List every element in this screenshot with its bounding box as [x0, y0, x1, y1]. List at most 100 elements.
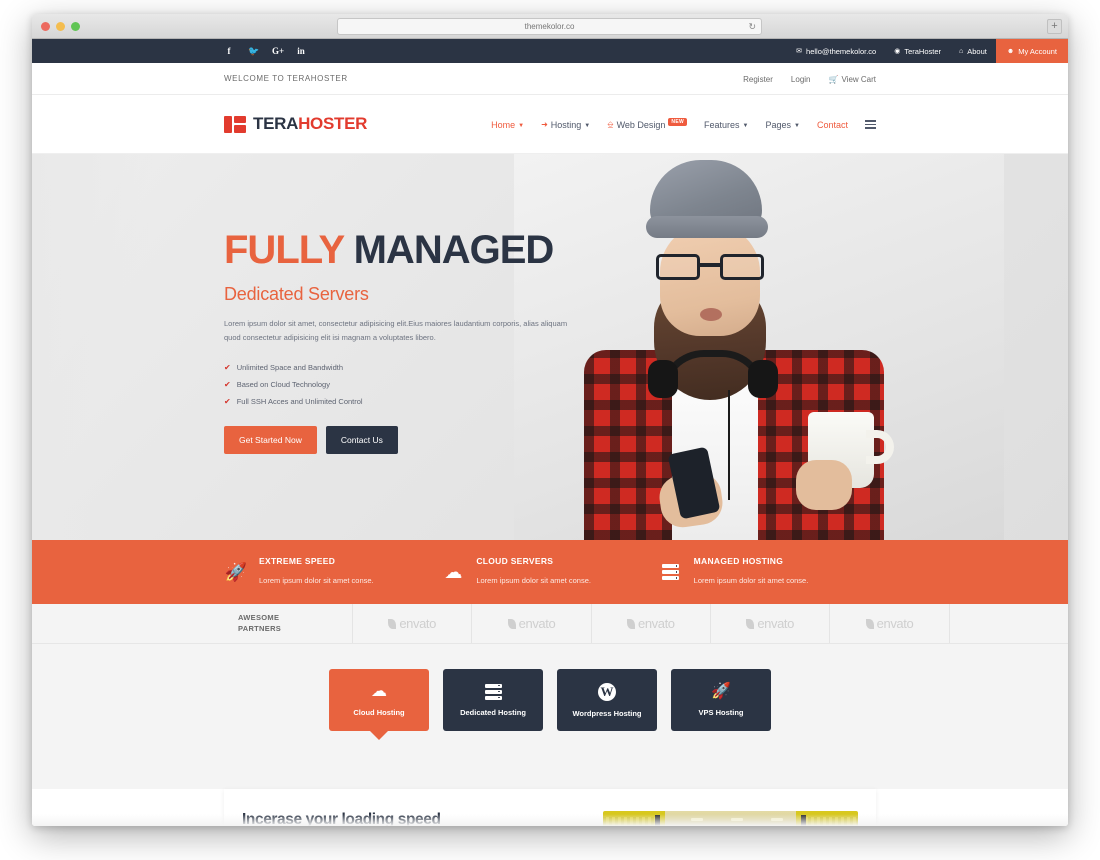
about-link[interactable]: ⌂ About — [950, 39, 996, 63]
partners-label: AWESOME PARTNERS — [238, 613, 281, 633]
tab-vps-hosting-label: VPS Hosting — [698, 707, 744, 717]
welcome-text: WELCOME TO TERAHOSTER — [224, 74, 348, 83]
nav-item-home-label: Home — [491, 119, 516, 130]
cart-icon: 🛒 — [828, 74, 839, 84]
linkedin-icon[interactable]: in — [296, 46, 306, 56]
partner-logo-cell[interactable]: envato — [829, 604, 948, 643]
tab-wordpress-hosting[interactable]: W Wordpress Hosting — [557, 669, 657, 731]
partner-logo-cell[interactable]: envato — [709, 604, 829, 643]
hosting-tabs-section: ☁ Cloud Hosting Dedicated Hosting W Word… — [32, 644, 1068, 789]
logo-mark-icon — [224, 115, 246, 133]
partner-logo-cell[interactable]: envato — [590, 604, 710, 643]
main-navigation-bar: TERAHOSTER Home ▼ ➜ Hosting ▼ ⎒ Web Desi… — [32, 95, 1068, 154]
partners-label-line-2: PARTNERS — [238, 623, 282, 633]
hero-bullet-1: Unlimited Space and Bandwidth — [236, 362, 344, 372]
partner-logo-cell[interactable]: envato — [471, 604, 590, 643]
tab-cloud-hosting[interactable]: ☁ Cloud Hosting — [329, 669, 429, 731]
chevron-down-icon: ▼ — [518, 122, 525, 129]
envelope-icon: ✉ — [796, 48, 803, 55]
hero-bullet-3: Full SSH Acces and Unlimited Control — [236, 396, 363, 406]
partner-logo-label: envato — [757, 616, 794, 631]
minimize-window-button[interactable] — [56, 22, 65, 31]
about-link-label: About — [967, 46, 987, 56]
my-account-button[interactable]: ☻ My Account — [995, 39, 1068, 63]
nav-item-hosting[interactable]: ➜ Hosting ▼ — [541, 120, 590, 130]
site-logo[interactable]: TERAHOSTER — [224, 114, 367, 134]
tab-cloud-hosting-label: Cloud Hosting — [353, 707, 405, 717]
login-link[interactable]: Login — [791, 75, 811, 84]
email-link[interactable]: ✉ hello@themekolor.co — [787, 39, 885, 63]
partners-label-cell: AWESOME PARTNERS — [224, 604, 352, 643]
brand-link[interactable]: ◉ TeraHoster — [885, 39, 950, 63]
rocket-icon: 🚀 — [224, 561, 248, 582]
logo-text-primary: TERA — [253, 114, 299, 133]
traffic-light-buttons[interactable] — [41, 22, 80, 31]
tab-vps-hosting[interactable]: 🚀 VPS Hosting — [671, 669, 771, 731]
get-started-button[interactable]: Get Started Now — [224, 425, 317, 454]
topbar-links: ✉ hello@themekolor.co ◉ TeraHoster ⌂ Abo… — [787, 39, 1068, 63]
envato-logo-icon: envato — [746, 616, 794, 631]
envato-logo-icon: envato — [507, 616, 556, 631]
facebook-icon[interactable]: f — [224, 46, 234, 56]
hero-section: FULLY MANAGED Dedicated Servers Lorem ip… — [32, 154, 1068, 540]
hero-subtitle: Dedicated Servers — [224, 284, 369, 304]
server-icon — [484, 683, 502, 700]
brand-link-label: TeraHoster — [904, 46, 941, 56]
server-icon — [659, 564, 683, 580]
list-item: ✔ Unlimited Space and Bandwidth — [224, 363, 604, 372]
utility-topbar: f 🐦 G+ in ✉ hello@themekolor.co ◉ TeraHo… — [32, 39, 1068, 63]
feature-desc: Lorem ipsum dolor sit amet conse. — [693, 576, 809, 585]
hero-description: Lorem ipsum dolor sit amet, consectetur … — [224, 319, 568, 342]
nav-item-pages[interactable]: Pages ▼ — [765, 120, 799, 130]
twitter-icon[interactable]: 🐦 — [248, 46, 259, 56]
feature-title: CLOUD SERVERS — [476, 556, 554, 566]
browser-window: themekolor.co ↻ + f 🐦 G+ in ✉ hello@them… — [32, 14, 1068, 826]
nav-item-home[interactable]: Home ▼ — [491, 120, 524, 130]
partner-empty-cell — [948, 604, 1068, 643]
address-bar[interactable]: themekolor.co ↻ — [337, 18, 762, 35]
nav-item-web-design[interactable]: ⎒ Web Design NEW — [607, 117, 687, 130]
feature-desc: Lorem ipsum dolor sit amet conse. — [476, 576, 591, 585]
feature-title: MANAGED HOSTING — [693, 556, 784, 566]
rocket-icon: ➜ — [541, 120, 548, 129]
hamburger-menu-icon[interactable] — [865, 120, 876, 129]
my-account-label: My Account — [1018, 46, 1057, 56]
contact-us-button[interactable]: Contact Us — [325, 425, 398, 454]
chevron-down-icon: ▼ — [794, 122, 800, 129]
hero-buttons: Get Started Now Contact Us — [224, 425, 604, 454]
maximize-window-button[interactable] — [71, 22, 80, 31]
features-strip: 🚀 EXTREME SPEED Lorem ipsum dolor sit am… — [32, 540, 1068, 604]
tab-wordpress-hosting-label: Wordpress Hosting — [572, 708, 642, 718]
chevron-down-icon: ▼ — [584, 122, 591, 129]
list-item: ✔ Based on Cloud Technology — [224, 380, 604, 389]
envato-logo-icon: envato — [627, 616, 675, 631]
reload-icon[interactable]: ↻ — [748, 22, 756, 31]
webpage-content: f 🐦 G+ in ✉ hello@themekolor.co ◉ TeraHo… — [32, 39, 1068, 826]
logo-text: TERAHOSTER — [253, 114, 367, 134]
nav-item-pages-label: Pages — [765, 119, 792, 130]
nav-item-features[interactable]: Features ▼ — [704, 120, 748, 130]
feature-title: EXTREME SPEED — [259, 556, 336, 566]
check-icon: ✔ — [224, 379, 231, 389]
close-window-button[interactable] — [41, 22, 50, 31]
check-icon: ✔ — [224, 362, 231, 372]
tab-dedicated-hosting-label: Dedicated Hosting — [460, 707, 526, 717]
welcome-bar: WELCOME TO TERAHOSTER Register Login 🛒 V… — [32, 63, 1068, 95]
nav-item-contact[interactable]: Contact — [817, 120, 848, 130]
rocket-icon: 🚀 — [711, 682, 731, 700]
css3-icon: ⎒ — [607, 119, 614, 129]
google-plus-icon[interactable]: G+ — [272, 46, 284, 56]
partner-logo-label: envato — [638, 616, 675, 631]
new-tab-button[interactable]: + — [1047, 19, 1062, 34]
register-link[interactable]: Register — [743, 75, 773, 84]
new-badge: NEW — [668, 117, 687, 126]
partner-logo-cell[interactable]: envato — [352, 604, 471, 643]
list-item: ✔ Full SSH Acces and Unlimited Control — [224, 397, 604, 406]
hero-title-word-1: FULLY — [224, 228, 344, 272]
partner-logo-label: envato — [876, 616, 914, 631]
view-cart-link[interactable]: 🛒 View Cart — [829, 75, 877, 84]
partner-logo-label: envato — [518, 616, 556, 631]
feature-extreme-speed: 🚀 EXTREME SPEED Lorem ipsum dolor sit am… — [224, 556, 441, 588]
partner-logo-label: envato — [399, 616, 436, 631]
tab-dedicated-hosting[interactable]: Dedicated Hosting — [443, 669, 543, 731]
